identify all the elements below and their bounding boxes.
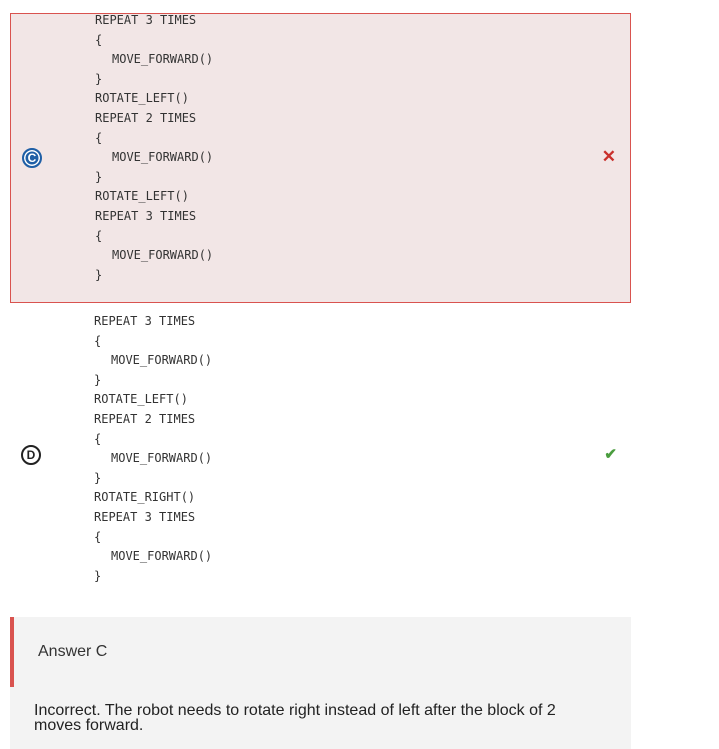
code-line: ROTATE_LEFT() [95,189,189,204]
answer-option-c[interactable]: C REPEAT 3 TIMES { MOVE_FORWARD()} ROTATE_L… [10,13,631,303]
code-line: } [94,470,102,485]
code-line: ROTATE_LEFT() [94,392,188,407]
code-line: REPEAT 3 TIMES [95,13,197,27]
option-d-code-block: REPEAT 3 TIMES { MOVE_FORWARD()} ROTATE_LEF… [94,312,212,586]
code-line: MOVE_FORWARD() [111,451,213,466]
code-line: } [95,267,103,282]
code-line: MOVE_FORWARD() [112,52,214,67]
code-line: { [95,32,103,47]
code-line: REPEAT 3 TIMES [95,208,197,223]
feedback-title: Answer C [38,643,108,660]
option-c-radio-selected-icon[interactable]: C [22,148,42,168]
answer-option-d[interactable]: D REPEAT 3 TIMES { MOVE_FORWARD()} ROTATE_L… [10,304,631,594]
code-line: { [95,228,103,243]
code-line: } [95,169,103,184]
option-c-code-block: REPEAT 3 TIMES { MOVE_FORWARD()} ROTATE_LEF… [95,11,213,285]
code-line: REPEAT 2 TIMES [94,411,196,426]
code-line: MOVE_FORWARD() [111,549,213,564]
option-d-radio-icon[interactable]: D [21,445,41,465]
code-line: MOVE_FORWARD() [112,248,214,263]
feedback-accent-bar [10,617,14,687]
code-line: { [94,431,102,446]
code-line: } [94,372,102,387]
code-line: ROTATE_RIGHT() [94,490,196,505]
option-d-letter: D [26,448,36,462]
answer-feedback-panel: Answer C Incorrect. The robot needs to r… [10,617,631,749]
code-line: ROTATE_LEFT() [95,91,189,106]
cross-icon: ✕ [601,147,616,166]
code-line: REPEAT 3 TIMES [94,509,196,524]
code-line: { [94,529,102,544]
code-line: MOVE_FORWARD() [112,150,214,165]
code-line: } [94,568,102,583]
option-c-letter: C [27,151,37,165]
code-line: MOVE_FORWARD() [111,353,213,368]
code-line: REPEAT 2 TIMES [95,110,197,125]
code-line: { [95,130,103,145]
feedback-text: Incorrect. The robot needs to rotate rig… [34,702,556,734]
checkmark-icon: ✔ [604,446,617,463]
code-line: } [95,71,103,86]
code-line: { [94,333,102,348]
code-line: REPEAT 3 TIMES [94,314,196,328]
